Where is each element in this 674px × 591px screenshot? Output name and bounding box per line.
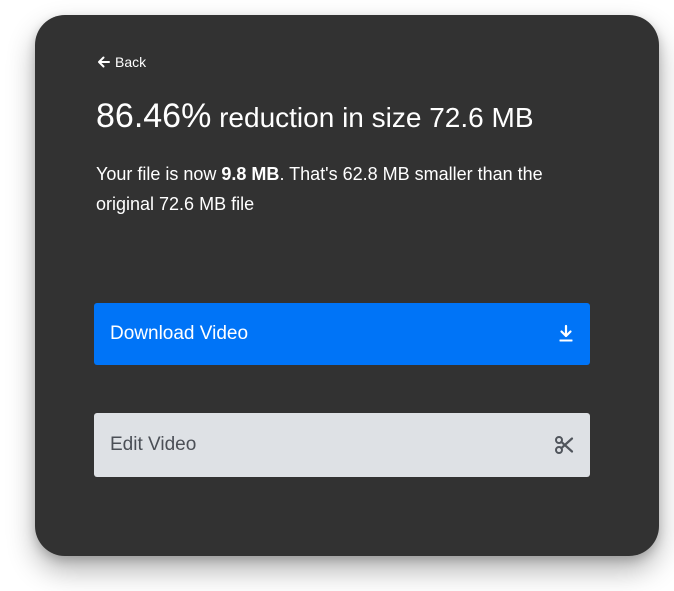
- download-video-button[interactable]: Download Video: [94, 303, 590, 365]
- download-icon: [558, 324, 574, 344]
- scissors-icon: [554, 435, 574, 455]
- page-title: 86.46% reduction in size 72.6 MB: [96, 94, 534, 140]
- size-summary: Your file is now 9.8 MB. That's 62.8 MB …: [96, 159, 576, 219]
- result-card: Back 86.46% reduction in size 72.6 MB Yo…: [35, 15, 659, 556]
- reduction-percent: 86.46%: [96, 97, 212, 135]
- new-file-size: 9.8 MB: [221, 164, 280, 184]
- edit-video-button[interactable]: Edit Video: [94, 413, 590, 477]
- back-link[interactable]: Back: [97, 52, 146, 72]
- download-video-label: Download Video: [110, 323, 249, 344]
- reduction-text: reduction in size 72.6 MB: [211, 102, 534, 133]
- arrow-left-icon: [97, 55, 111, 69]
- back-label: Back: [115, 54, 147, 70]
- size-summary-prefix: Your file is now: [96, 164, 222, 184]
- edit-video-label: Edit Video: [110, 434, 197, 455]
